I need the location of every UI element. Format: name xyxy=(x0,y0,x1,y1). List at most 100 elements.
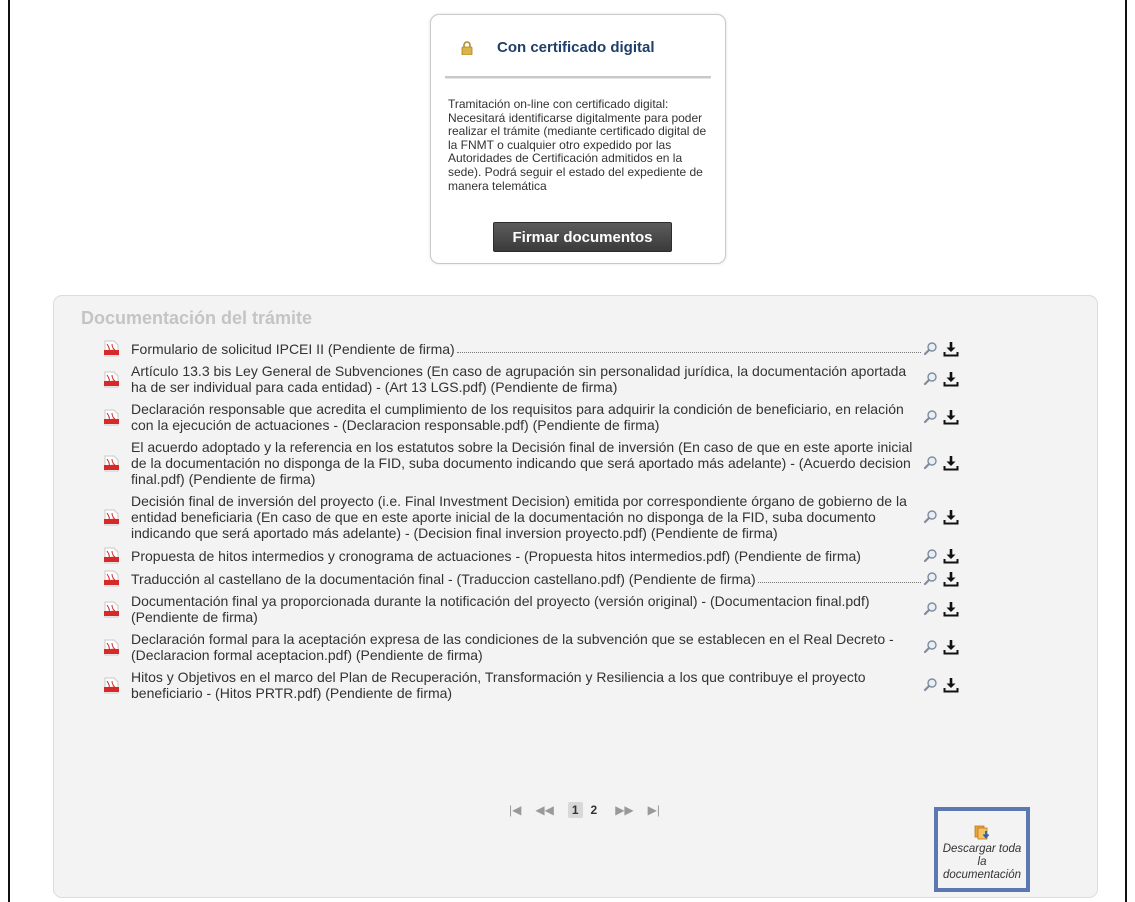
pdf-icon xyxy=(104,371,119,388)
download-all-label: Descargar toda la documentación xyxy=(942,843,1022,881)
last-page-button[interactable]: ▶| xyxy=(648,803,660,817)
next-page-button[interactable]: ▶▶ xyxy=(615,803,633,817)
document-name: Propuesta de hitos intermedios y cronogr… xyxy=(131,548,921,564)
download-document-icon[interactable] xyxy=(943,677,959,693)
document-text-wrap: Declaración formal para la aceptación ex… xyxy=(131,631,921,663)
page-2-button[interactable]: 2 xyxy=(587,802,602,818)
document-row: Artículo 13.3 bis Ley General de Subvenc… xyxy=(104,363,974,395)
download-document-icon[interactable] xyxy=(943,639,959,655)
document-text-wrap: Propuesta de hitos intermedios y cronogr… xyxy=(131,548,921,564)
download-all-button[interactable]: Descargar toda la documentación xyxy=(934,807,1030,892)
document-name: Decisión final de inversión del proyecto… xyxy=(131,493,921,541)
pdf-icon xyxy=(104,409,119,426)
view-document-icon[interactable] xyxy=(923,341,939,357)
document-label: Traducción al castellano de la documenta… xyxy=(131,570,756,587)
download-document-icon[interactable] xyxy=(943,455,959,471)
document-label: Hitos y Objetivos en el marco del Plan d… xyxy=(131,669,866,701)
document-text-wrap: El acuerdo adoptado y la referencia en l… xyxy=(131,439,921,487)
view-document-icon[interactable] xyxy=(923,601,939,617)
document-row: Propuesta de hitos intermedios y cronogr… xyxy=(104,547,974,564)
document-actions xyxy=(923,371,959,387)
documents-list: Formulario de solicitud IPCEI II (Pendie… xyxy=(104,340,974,707)
document-label: Declaración responsable que acredita el … xyxy=(131,401,904,433)
view-document-icon[interactable] xyxy=(923,677,939,693)
document-name: Traducción al castellano de la documenta… xyxy=(131,571,921,587)
document-label: Documentación final ya proporcionada dur… xyxy=(131,593,870,625)
leader-dots xyxy=(456,344,921,353)
certificate-title: Con certificado digital xyxy=(497,39,655,56)
download-document-icon[interactable] xyxy=(943,341,959,357)
document-text-wrap: Formulario de solicitud IPCEI II (Pendie… xyxy=(131,341,921,357)
pagination: |◀ ◀◀ 1 2 ▶▶ ▶| xyxy=(509,802,674,818)
documents-panel: Documentación del trámite Formulario de … xyxy=(53,295,1098,898)
document-actions xyxy=(923,548,959,564)
view-document-icon[interactable] xyxy=(923,371,939,387)
document-label: Artículo 13.3 bis Ley General de Subvenc… xyxy=(131,363,907,395)
download-document-icon[interactable] xyxy=(943,509,959,525)
view-document-icon[interactable] xyxy=(923,639,939,655)
document-actions xyxy=(923,341,959,357)
certificate-divider xyxy=(445,76,711,79)
document-label: Propuesta de hitos intermedios y cronogr… xyxy=(131,547,861,564)
document-name: Declaración formal para la aceptación ex… xyxy=(131,631,921,663)
certificate-description: Tramitación on-line con certificado digi… xyxy=(448,97,707,193)
pdf-icon xyxy=(104,455,119,472)
document-actions xyxy=(923,601,959,617)
document-actions xyxy=(923,639,959,655)
pdf-icon xyxy=(104,509,119,526)
certificate-card: Con certificado digital Tramitación on-l… xyxy=(430,14,726,264)
document-row: Formulario de solicitud IPCEI II (Pendie… xyxy=(104,340,974,357)
download-document-icon[interactable] xyxy=(943,548,959,564)
document-row: Traducción al castellano de la documenta… xyxy=(104,570,974,587)
pdf-icon xyxy=(104,677,119,694)
pdf-icon xyxy=(104,570,119,587)
pdf-icon xyxy=(104,601,119,618)
document-label: El acuerdo adoptado y la referencia en l… xyxy=(131,439,913,487)
leader-dots xyxy=(757,574,921,583)
document-row: Hitos y Objetivos en el marco del Plan d… xyxy=(104,669,974,701)
page-1-button[interactable]: 1 xyxy=(567,802,583,818)
previous-page-button[interactable]: ◀◀ xyxy=(535,803,553,817)
document-row: Declaración responsable que acredita el … xyxy=(104,401,974,433)
lock-icon xyxy=(461,40,473,55)
download-document-icon[interactable] xyxy=(943,571,959,587)
document-label: Declaración formal para la aceptación ex… xyxy=(131,631,894,663)
document-text-wrap: Decisión final de inversión del proyecto… xyxy=(131,493,921,541)
pdf-icon xyxy=(104,547,119,564)
document-text-wrap: Traducción al castellano de la documenta… xyxy=(131,571,921,587)
document-name: Hitos y Objetivos en el marco del Plan d… xyxy=(131,669,921,701)
pdf-icon xyxy=(104,340,119,357)
document-name: Documentación final ya proporcionada dur… xyxy=(131,593,921,625)
view-document-icon[interactable] xyxy=(923,455,939,471)
document-name: Formulario de solicitud IPCEI II (Pendie… xyxy=(131,341,921,357)
document-name: Declaración responsable que acredita el … xyxy=(131,401,921,433)
documents-title: Documentación del trámite xyxy=(81,308,313,328)
document-name: El acuerdo adoptado y la referencia en l… xyxy=(131,439,921,487)
document-text-wrap: Documentación final ya proporcionada dur… xyxy=(131,593,921,625)
document-actions xyxy=(923,677,959,693)
document-row: Documentación final ya proporcionada dur… xyxy=(104,593,974,625)
document-row: El acuerdo adoptado y la referencia en l… xyxy=(104,439,974,487)
first-page-button[interactable]: |◀ xyxy=(509,803,521,817)
document-row: Decisión final de inversión del proyecto… xyxy=(104,493,974,541)
download-all-icon xyxy=(973,823,991,841)
view-document-icon[interactable] xyxy=(923,409,939,425)
download-document-icon[interactable] xyxy=(943,601,959,617)
document-actions xyxy=(923,455,959,471)
document-text-wrap: Declaración responsable que acredita el … xyxy=(131,401,921,433)
certificate-header: Con certificado digital xyxy=(461,39,655,56)
document-text-wrap: Hitos y Objetivos en el marco del Plan d… xyxy=(131,669,921,701)
document-actions xyxy=(923,509,959,525)
download-document-icon[interactable] xyxy=(943,409,959,425)
document-text-wrap: Artículo 13.3 bis Ley General de Subvenc… xyxy=(131,363,921,395)
view-document-icon[interactable] xyxy=(923,571,939,587)
document-name: Artículo 13.3 bis Ley General de Subvenc… xyxy=(131,363,921,395)
document-actions xyxy=(923,409,959,425)
view-document-icon[interactable] xyxy=(923,548,939,564)
view-document-icon[interactable] xyxy=(923,509,939,525)
document-label: Formulario de solicitud IPCEI II (Pendie… xyxy=(131,340,455,357)
sign-documents-button[interactable]: Firmar documentos xyxy=(493,222,672,252)
download-document-icon[interactable] xyxy=(943,371,959,387)
document-actions xyxy=(923,571,959,587)
document-label: Decisión final de inversión del proyecto… xyxy=(131,493,907,541)
